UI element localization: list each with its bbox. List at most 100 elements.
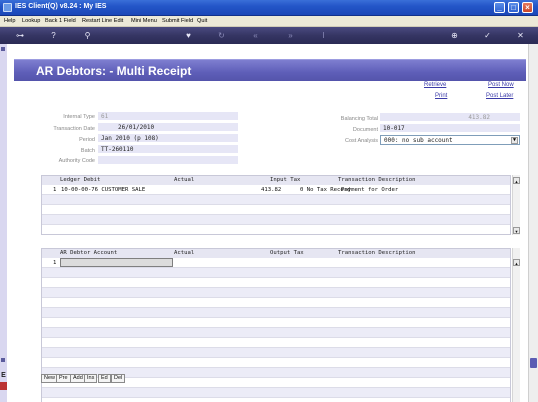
table-row[interactable] (42, 328, 510, 338)
document-label: Document (352, 127, 378, 133)
table-row[interactable] (42, 278, 510, 288)
table-row[interactable]: 1 (42, 258, 510, 268)
col-input-tax: Input Tax (270, 177, 301, 183)
table-row[interactable]: 1 10-00-00-76 CUSTOMER SALE 413.82 0 No … (42, 185, 510, 195)
menu-restart-line-edit[interactable]: Restart Line Edit (82, 18, 123, 24)
grid-header: Ledger Debit Actual Input Tax Transactio… (42, 176, 510, 185)
ledger-cell[interactable]: 10-00-00-76 CUSTOMER SALE (61, 187, 145, 193)
batch-field[interactable]: TT-260110 (98, 145, 238, 154)
internal-type-label: Internal Type (63, 114, 95, 120)
menu-help[interactable]: Help (4, 18, 16, 24)
delete-button[interactable]: Del (111, 374, 126, 383)
previous-button[interactable]: Pre (56, 374, 71, 383)
retrieve-link[interactable]: Retrieve (424, 82, 446, 88)
rewind-icon[interactable]: « (250, 30, 261, 41)
table-row[interactable] (42, 298, 510, 308)
page-scrollbar[interactable] (528, 44, 538, 402)
ar-scrollbar[interactable]: ▲ ▼ (512, 248, 520, 402)
menu-back-1-field[interactable]: Back 1 Field (45, 18, 76, 24)
batch-label: Batch (80, 148, 95, 154)
fast-forward-icon[interactable]: » (285, 30, 296, 41)
help-icon[interactable]: ? (48, 30, 59, 41)
rail-marker (1, 47, 5, 51)
table-row[interactable] (42, 388, 510, 398)
toolbar: ⊶ ? ⚲ ♥ ↻ « » I ⊕ ✓ ✕ (0, 27, 538, 44)
document-field[interactable]: 10-017 (380, 124, 520, 133)
rail-marker (1, 358, 5, 362)
check-icon[interactable]: ✓ (482, 30, 493, 41)
table-row[interactable] (42, 308, 510, 318)
table-row[interactable] (42, 225, 510, 235)
app-icon (3, 3, 12, 12)
authority-code-field[interactable] (98, 156, 238, 165)
scroll-up-icon[interactable]: ▲ (513, 259, 520, 266)
scroll-up-icon[interactable]: ▲ (513, 177, 520, 184)
ar-account-input[interactable] (60, 258, 173, 267)
row-number: 1 (53, 260, 57, 266)
minimize-button[interactable]: _ (494, 2, 505, 13)
cost-analysis-select[interactable]: 000: no sub account ▼ (380, 135, 520, 145)
table-row[interactable] (42, 398, 510, 402)
ledger-scrollbar[interactable]: ▲ ▼ (512, 175, 520, 235)
table-row[interactable] (42, 318, 510, 328)
scroll-thumb[interactable] (530, 358, 537, 368)
table-row[interactable] (42, 268, 510, 278)
cost-analysis-value: 000: no sub account (384, 137, 453, 144)
main-panel: AR Debtors: - Multi Receipt Retrieve Pos… (7, 44, 528, 402)
close-window-button[interactable]: × (522, 2, 533, 13)
period-field[interactable]: Jan 2010 (p 108) (98, 134, 238, 143)
maximize-button[interactable]: □ (508, 2, 519, 13)
col-ar-debtor-account: AR Debtor Account (60, 250, 118, 256)
menu-bar: Help Lookup Back 1 Field Restart Line Ed… (0, 16, 538, 27)
col-ledger-debit: Ledger Debit (60, 177, 101, 183)
key-icon[interactable]: ⊶ (10, 30, 30, 41)
col-actual: Actual (174, 250, 195, 256)
actual-cell[interactable]: 413.82 (261, 187, 281, 193)
scroll-down-icon[interactable]: ▼ (513, 227, 520, 234)
search-icon[interactable]: ⚲ (82, 30, 93, 41)
col-output-tax: Output Tax (270, 250, 304, 256)
table-row[interactable] (42, 348, 510, 358)
refresh-icon[interactable]: ↻ (216, 30, 227, 41)
authority-code-label: Authority Code (58, 158, 95, 164)
transaction-date-field[interactable]: 26/01/2010 (98, 123, 238, 132)
insert-button[interactable]: Ins (84, 374, 98, 383)
table-row[interactable] (42, 205, 510, 215)
table-row[interactable] (42, 338, 510, 348)
row-number: 1 (53, 187, 57, 193)
page-header: AR Debtors: - Multi Receipt (14, 59, 526, 81)
balancing-total-label: Balancing Total (340, 116, 378, 122)
heart-icon[interactable]: ♥ (183, 30, 194, 41)
menu-mini-menu[interactable]: Mini Menu (131, 18, 157, 24)
table-row[interactable] (42, 195, 510, 205)
table-row[interactable] (42, 215, 510, 225)
transaction-date-label: Transaction Date (53, 126, 95, 132)
table-row[interactable] (42, 288, 510, 298)
post-later-link[interactable]: Post Later (486, 93, 513, 99)
ie-icon[interactable]: E (0, 372, 7, 379)
balancing-total-field: 413.82 (380, 113, 520, 122)
window-title: IES Client(Q) v8.24 : My IES (15, 3, 107, 10)
col-transaction-description: Transaction Description (338, 177, 416, 183)
chevron-down-icon[interactable]: ▼ (511, 137, 518, 144)
pdf-icon[interactable] (0, 382, 7, 390)
col-actual: Actual (174, 177, 195, 183)
col-transaction-description: Transaction Description (338, 250, 416, 256)
menu-submit-field[interactable]: Submit Field (162, 18, 193, 24)
internal-type-field[interactable]: 61 (98, 112, 238, 121)
title-bar: IES Client(Q) v8.24 : My IES _ □ × (0, 0, 538, 16)
menu-lookup[interactable]: Lookup (22, 18, 40, 24)
grid-header: AR Debtor Account Actual Output Tax Tran… (42, 249, 510, 258)
close-icon[interactable]: ✕ (515, 30, 526, 41)
plus-icon[interactable]: ⊕ (449, 30, 460, 41)
post-now-link[interactable]: Post Now (488, 82, 514, 88)
text-cursor-icon[interactable]: I (318, 30, 329, 41)
print-link[interactable]: Print (435, 93, 447, 99)
table-row[interactable] (42, 358, 510, 368)
ledger-debit-grid: Ledger Debit Actual Input Tax Transactio… (41, 175, 511, 235)
menu-quit[interactable]: Quit (197, 18, 207, 24)
left-rail: E (0, 44, 7, 402)
cost-analysis-label: Cost Analysis (344, 138, 378, 144)
description-cell[interactable]: Payment for Order (341, 187, 398, 193)
edit-button[interactable]: Ed (98, 374, 111, 383)
